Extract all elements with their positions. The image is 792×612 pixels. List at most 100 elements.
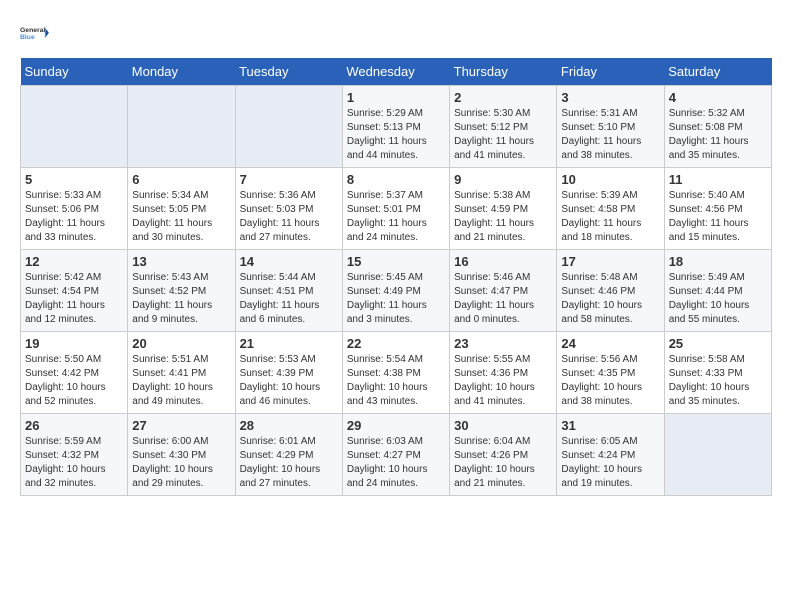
- calendar-cell: 9 Sunrise: 5:38 AM Sunset: 4:59 PM Daylig…: [450, 168, 557, 250]
- weekday-header-friday: Friday: [557, 58, 664, 86]
- calendar-cell: 27Sunrise: 6:00 AM Sunset: 4:30 PM Dayli…: [128, 414, 235, 496]
- calendar-week-5: 26 Sunrise: 5:59 AM Sunset: 4:32 PM Dayli…: [21, 414, 772, 496]
- day-info: Sunrise: 5:54 AM Sunset: 4:38 PM Dayligh…: [347, 353, 445, 409]
- calendar-cell: [235, 86, 342, 168]
- day-info: Sunrise: 5:45 AM Sunset: 4:49 PM Dayligh…: [347, 271, 445, 327]
- calendar-cell: 28 Sunrise: 6:01 AM Sunset: 4:29 PM Dayli…: [235, 414, 342, 496]
- day-info: Sunrise: 6:04 AM Sunset: 4:26 PM Dayligh…: [454, 435, 552, 491]
- calendar-cell: 25 Sunrise: 5:58 AM Sunset: 4:33 PM Dayli…: [664, 332, 771, 414]
- day-info: Sunrise: 5:55 AM Sunset: 4:36 PM Dayligh…: [454, 353, 552, 409]
- day-info: Sunrise: 5:51 AM Sunset: 4:41 PM Dayligh…: [132, 353, 230, 409]
- day-info: Sunrise: 5:29 AM Sunset: 5:13 PM Dayligh…: [347, 107, 445, 163]
- day-info: Sunrise: 5:34 AM Sunset: 5:05 PM Dayligh…: [132, 189, 230, 245]
- day-number: 10: [561, 172, 659, 187]
- day-number: 29: [347, 418, 445, 433]
- calendar-cell: 21Sunrise: 5:53 AM Sunset: 4:39 PM Dayli…: [235, 332, 342, 414]
- calendar-cell: 29 Sunrise: 6:03 AM Sunset: 4:27 PM Dayli…: [342, 414, 449, 496]
- day-number: 11: [669, 172, 767, 187]
- svg-text:General: General: [20, 27, 45, 34]
- day-number: 31: [561, 418, 659, 433]
- day-info: Sunrise: 5:50 AM Sunset: 4:42 PM Dayligh…: [25, 353, 123, 409]
- svg-text:Blue: Blue: [20, 34, 35, 41]
- day-info: Sunrise: 6:05 AM Sunset: 4:24 PM Dayligh…: [561, 435, 659, 491]
- day-number: 1: [347, 90, 445, 105]
- day-info: Sunrise: 5:59 AM Sunset: 4:32 PM Dayligh…: [25, 435, 123, 491]
- day-info: Sunrise: 5:44 AM Sunset: 4:51 PM Dayligh…: [240, 271, 338, 327]
- calendar-week-1: 1 Sunrise: 5:29 AM Sunset: 5:13 PM Daylig…: [21, 86, 772, 168]
- calendar-cell: 3 Sunrise: 5:31 AM Sunset: 5:10 PM Daylig…: [557, 86, 664, 168]
- day-info: Sunrise: 5:56 AM Sunset: 4:35 PM Dayligh…: [561, 353, 659, 409]
- logo-icon: GeneralBlue: [20, 20, 52, 48]
- day-number: 28: [240, 418, 338, 433]
- page-header: GeneralBlue: [20, 20, 772, 48]
- day-info: Sunrise: 5:58 AM Sunset: 4:33 PM Dayligh…: [669, 353, 767, 409]
- day-number: 3: [561, 90, 659, 105]
- day-number: 7: [240, 172, 338, 187]
- calendar-week-2: 5Sunrise: 5:33 AM Sunset: 5:06 PM Daylig…: [21, 168, 772, 250]
- calendar-cell: 20 Sunrise: 5:51 AM Sunset: 4:41 PM Dayli…: [128, 332, 235, 414]
- day-info: Sunrise: 5:39 AM Sunset: 4:58 PM Dayligh…: [561, 189, 659, 245]
- day-number: 6: [132, 172, 230, 187]
- calendar-cell: 10 Sunrise: 5:39 AM Sunset: 4:58 PM Dayli…: [557, 168, 664, 250]
- calendar-week-4: 19 Sunrise: 5:50 AM Sunset: 4:42 PM Dayli…: [21, 332, 772, 414]
- calendar-cell: 30 Sunrise: 6:04 AM Sunset: 4:26 PM Dayli…: [450, 414, 557, 496]
- day-info: Sunrise: 5:32 AM Sunset: 5:08 PM Dayligh…: [669, 107, 767, 163]
- day-number: 20: [132, 336, 230, 351]
- day-number: 9: [454, 172, 552, 187]
- calendar-cell: 7 Sunrise: 5:36 AM Sunset: 5:03 PM Daylig…: [235, 168, 342, 250]
- day-number: 5: [25, 172, 123, 187]
- weekday-header-wednesday: Wednesday: [342, 58, 449, 86]
- calendar-cell: 24 Sunrise: 5:56 AM Sunset: 4:35 PM Dayli…: [557, 332, 664, 414]
- day-info: Sunrise: 5:30 AM Sunset: 5:12 PM Dayligh…: [454, 107, 552, 163]
- calendar-cell: 6 Sunrise: 5:34 AM Sunset: 5:05 PM Daylig…: [128, 168, 235, 250]
- day-number: 8: [347, 172, 445, 187]
- calendar-cell: [664, 414, 771, 496]
- logo: GeneralBlue: [20, 20, 52, 48]
- calendar-cell: 18Sunrise: 5:49 AM Sunset: 4:44 PM Dayli…: [664, 250, 771, 332]
- calendar-cell: 8 Sunrise: 5:37 AM Sunset: 5:01 PM Daylig…: [342, 168, 449, 250]
- calendar-cell: 11Sunrise: 5:40 AM Sunset: 4:56 PM Dayli…: [664, 168, 771, 250]
- calendar-cell: 26 Sunrise: 5:59 AM Sunset: 4:32 PM Dayli…: [21, 414, 128, 496]
- calendar-cell: [21, 86, 128, 168]
- calendar-cell: 1 Sunrise: 5:29 AM Sunset: 5:13 PM Daylig…: [342, 86, 449, 168]
- calendar-cell: 22Sunrise: 5:54 AM Sunset: 4:38 PM Dayli…: [342, 332, 449, 414]
- calendar-cell: 12 Sunrise: 5:42 AM Sunset: 4:54 PM Dayli…: [21, 250, 128, 332]
- day-number: 26: [25, 418, 123, 433]
- day-number: 19: [25, 336, 123, 351]
- calendar-cell: 31 Sunrise: 6:05 AM Sunset: 4:24 PM Dayli…: [557, 414, 664, 496]
- calendar-body: 1 Sunrise: 5:29 AM Sunset: 5:13 PM Daylig…: [21, 86, 772, 496]
- calendar-cell: 4 Sunrise: 5:32 AM Sunset: 5:08 PM Daylig…: [664, 86, 771, 168]
- day-number: 25: [669, 336, 767, 351]
- day-info: Sunrise: 5:46 AM Sunset: 4:47 PM Dayligh…: [454, 271, 552, 327]
- day-info: Sunrise: 5:38 AM Sunset: 4:59 PM Dayligh…: [454, 189, 552, 245]
- weekday-header-monday: Monday: [128, 58, 235, 86]
- day-number: 24: [561, 336, 659, 351]
- calendar-cell: 5Sunrise: 5:33 AM Sunset: 5:06 PM Daylig…: [21, 168, 128, 250]
- day-info: Sunrise: 5:48 AM Sunset: 4:46 PM Dayligh…: [561, 271, 659, 327]
- day-number: 12: [25, 254, 123, 269]
- day-number: 16: [454, 254, 552, 269]
- calendar-cell: 13Sunrise: 5:43 AM Sunset: 4:52 PM Dayli…: [128, 250, 235, 332]
- weekday-header-row: SundayMondayTuesdayWednesdayThursdayFrid…: [21, 58, 772, 86]
- calendar-cell: 19 Sunrise: 5:50 AM Sunset: 4:42 PM Dayli…: [21, 332, 128, 414]
- calendar-week-3: 12 Sunrise: 5:42 AM Sunset: 4:54 PM Dayli…: [21, 250, 772, 332]
- day-info: Sunrise: 5:36 AM Sunset: 5:03 PM Dayligh…: [240, 189, 338, 245]
- weekday-header-sunday: Sunday: [21, 58, 128, 86]
- day-info: Sunrise: 5:42 AM Sunset: 4:54 PM Dayligh…: [25, 271, 123, 327]
- day-info: Sunrise: 5:43 AM Sunset: 4:52 PM Dayligh…: [132, 271, 230, 327]
- day-number: 21: [240, 336, 338, 351]
- day-info: Sunrise: 6:03 AM Sunset: 4:27 PM Dayligh…: [347, 435, 445, 491]
- day-info: Sunrise: 6:01 AM Sunset: 4:29 PM Dayligh…: [240, 435, 338, 491]
- day-info: Sunrise: 5:31 AM Sunset: 5:10 PM Dayligh…: [561, 107, 659, 163]
- calendar-cell: 14 Sunrise: 5:44 AM Sunset: 4:51 PM Dayli…: [235, 250, 342, 332]
- weekday-header-saturday: Saturday: [664, 58, 771, 86]
- day-number: 23: [454, 336, 552, 351]
- day-info: Sunrise: 6:00 AM Sunset: 4:30 PM Dayligh…: [132, 435, 230, 491]
- calendar-cell: 17Sunrise: 5:48 AM Sunset: 4:46 PM Dayli…: [557, 250, 664, 332]
- day-number: 14: [240, 254, 338, 269]
- day-number: 30: [454, 418, 552, 433]
- calendar-table: SundayMondayTuesdayWednesdayThursdayFrid…: [20, 58, 772, 496]
- day-info: Sunrise: 5:37 AM Sunset: 5:01 PM Dayligh…: [347, 189, 445, 245]
- day-number: 4: [669, 90, 767, 105]
- day-number: 2: [454, 90, 552, 105]
